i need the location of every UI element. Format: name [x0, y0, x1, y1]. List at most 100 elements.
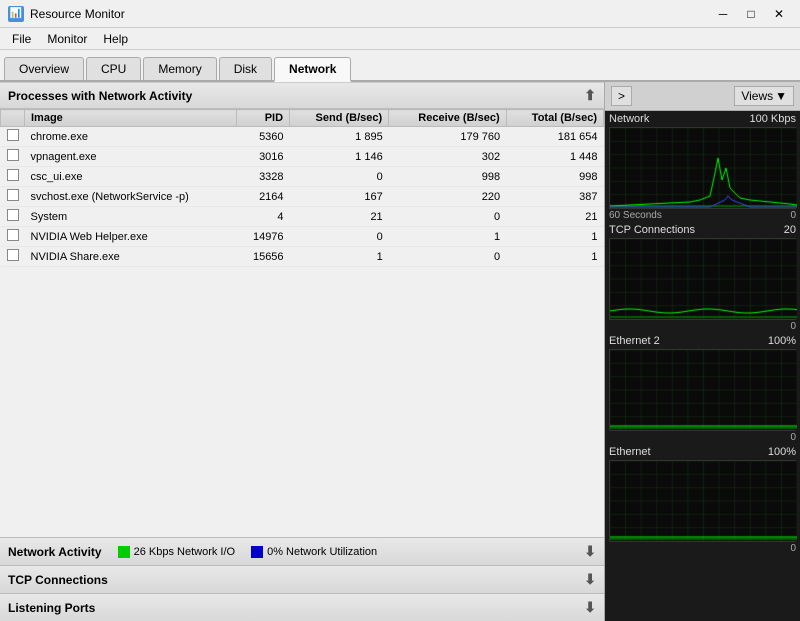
row-pid: 15656 [237, 247, 290, 267]
process-table: Image PID Send (B/sec) Receive (B/sec) T… [0, 109, 604, 267]
table-row[interactable]: NVIDIA Web Helper.exe 14976 0 1 1 [1, 227, 604, 247]
tcp-connections-section: TCP Connections ⬇ [0, 565, 604, 593]
charts-container: Network 100 Kbps 60 Seconds 0 TCP Connec… [605, 111, 800, 621]
row-checkbox[interactable] [7, 189, 19, 201]
row-receive: 998 [389, 167, 506, 187]
title-bar: 📊 Resource Monitor ─ □ ✕ [0, 0, 800, 28]
table-row[interactable]: svchost.exe (NetworkService -p) 2164 167… [1, 187, 604, 207]
chart-max-label-1: 20 [784, 224, 796, 236]
right-panel-header: > Views ▼ [605, 82, 800, 111]
menu-file[interactable]: File [4, 30, 39, 48]
table-row[interactable]: chrome.exe 5360 1 895 179 760 181 654 [1, 127, 604, 147]
row-total: 1 448 [506, 147, 603, 167]
col-image[interactable]: Image [25, 110, 237, 127]
chart-title-3: Ethernet [609, 446, 651, 458]
tab-network[interactable]: Network [274, 57, 351, 82]
row-image: chrome.exe [25, 127, 237, 147]
maximize-button[interactable]: □ [738, 4, 764, 24]
views-chevron-icon: ▼ [775, 89, 787, 103]
tab-memory[interactable]: Memory [143, 57, 216, 80]
chart-label-row-0: Network 100 Kbps [605, 111, 800, 127]
row-checkbox[interactable] [7, 169, 19, 181]
menu-bar: File Monitor Help [0, 28, 800, 50]
col-receive[interactable]: Receive (B/sec) [389, 110, 506, 127]
green-icon [118, 546, 130, 558]
col-check[interactable] [1, 110, 25, 127]
listening-ports-collapse-button[interactable]: ⬇ [584, 599, 596, 616]
row-image: NVIDIA Share.exe [25, 247, 237, 267]
row-send: 167 [290, 187, 389, 207]
chart-label-row-2: Ethernet 2 100% [605, 333, 800, 349]
col-pid[interactable]: PID [237, 110, 290, 127]
row-send: 1 [290, 247, 389, 267]
row-send: 0 [290, 227, 389, 247]
right-panel: > Views ▼ Network 100 Kbps 60 Seconds 0 … [605, 82, 800, 621]
chart-max-label-2: 100% [768, 335, 796, 347]
chart-bottom-right-2: 0 [790, 432, 796, 443]
tab-cpu[interactable]: CPU [86, 57, 141, 80]
row-pid: 5360 [237, 127, 290, 147]
menu-monitor[interactable]: Monitor [39, 30, 95, 48]
close-button[interactable]: ✕ [766, 4, 792, 24]
chart-title-2: Ethernet 2 [609, 335, 660, 347]
row-total: 1 [506, 227, 603, 247]
listening-ports-section: Listening Ports ⬇ [0, 593, 604, 621]
row-checkbox[interactable] [7, 149, 19, 161]
bottom-sections: Network Activity 26 Kbps Network I/O 0% … [0, 537, 604, 621]
chart-title-1: TCP Connections [609, 224, 695, 236]
chart-section-0: Network 100 Kbps 60 Seconds 0 [605, 111, 800, 222]
row-checkbox[interactable] [7, 229, 19, 241]
chart-bottom-left-0: 60 Seconds [609, 210, 662, 221]
minimize-button[interactable]: ─ [710, 4, 736, 24]
chart-label-row-3: Ethernet 100% [605, 444, 800, 460]
row-pid: 2164 [237, 187, 290, 207]
col-total[interactable]: Total (B/sec) [506, 110, 603, 127]
col-send[interactable]: Send (B/sec) [290, 110, 389, 127]
process-table-container: Image PID Send (B/sec) Receive (B/sec) T… [0, 109, 604, 537]
chart-section-2: Ethernet 2 100% 0 [605, 333, 800, 444]
network-activity-content: Network Activity 26 Kbps Network I/O 0% … [8, 545, 377, 559]
table-row[interactable]: csc_ui.exe 3328 0 998 998 [1, 167, 604, 187]
chart-container-2 [609, 349, 796, 431]
menu-help[interactable]: Help [95, 30, 136, 48]
chart-section-3: Ethernet 100% 0 [605, 444, 800, 555]
chart-max-label-0: 100 Kbps [750, 113, 796, 125]
network-activity-collapse-button[interactable]: ⬇ [584, 543, 596, 560]
chart-bottom-row-0: 60 Seconds 0 [605, 209, 800, 222]
tcp-connections-header[interactable]: TCP Connections ⬇ [0, 566, 604, 593]
chart-bottom-row-3: 0 [605, 542, 800, 555]
row-total: 998 [506, 167, 603, 187]
row-total: 181 654 [506, 127, 603, 147]
table-row[interactable]: vpnagent.exe 3016 1 146 302 1 448 [1, 147, 604, 167]
tab-disk[interactable]: Disk [219, 57, 272, 80]
row-checkbox[interactable] [7, 249, 19, 261]
tcp-connections-title: TCP Connections [8, 573, 108, 587]
tab-overview[interactable]: Overview [4, 57, 84, 80]
left-panel: Processes with Network Activity ⬆ Image … [0, 82, 605, 621]
row-receive: 1 [389, 227, 506, 247]
tcp-connections-collapse-button[interactable]: ⬇ [584, 571, 596, 588]
row-image: NVIDIA Web Helper.exe [25, 227, 237, 247]
listening-ports-header[interactable]: Listening Ports ⬇ [0, 594, 604, 621]
expand-button[interactable]: > [611, 86, 632, 106]
chart-max-label-3: 100% [768, 446, 796, 458]
row-receive: 0 [389, 247, 506, 267]
row-pid: 3328 [237, 167, 290, 187]
views-button[interactable]: Views ▼ [734, 86, 794, 106]
chart-canvas-1 [610, 239, 797, 319]
table-row[interactable]: System 4 21 0 21 [1, 207, 604, 227]
row-total: 387 [506, 187, 603, 207]
row-checkbox[interactable] [7, 129, 19, 141]
app-title: Resource Monitor [30, 7, 125, 21]
row-image: svchost.exe (NetworkService -p) [25, 187, 237, 207]
table-row[interactable]: NVIDIA Share.exe 15656 1 0 1 [1, 247, 604, 267]
listening-ports-title: Listening Ports [8, 601, 95, 615]
processes-collapse-button[interactable]: ⬆ [584, 87, 596, 104]
network-activity-header[interactable]: Network Activity 26 Kbps Network I/O 0% … [0, 538, 604, 565]
row-image: vpnagent.exe [25, 147, 237, 167]
views-label: Views [741, 89, 773, 103]
chart-section-1: TCP Connections 20 0 [605, 222, 800, 333]
network-stat-io: 26 Kbps Network I/O [118, 546, 236, 558]
row-checkbox[interactable] [7, 209, 19, 221]
row-receive: 302 [389, 147, 506, 167]
